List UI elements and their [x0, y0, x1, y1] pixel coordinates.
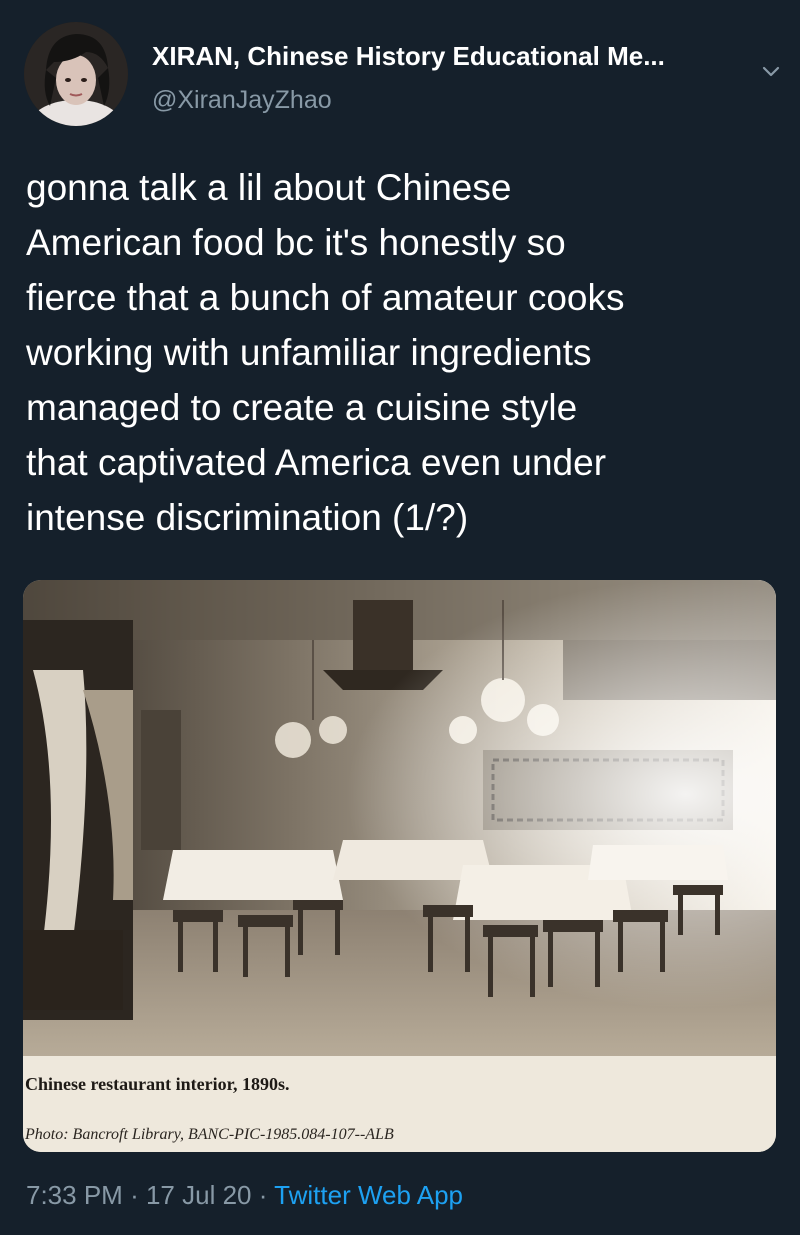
tweet-text-line: gonna talk a lil about Chinese [26, 167, 512, 208]
tweet-text: gonna talk a lil about Chinese American … [26, 160, 776, 545]
tweet-text-line: fierce that a bunch of amateur cooks [26, 277, 625, 318]
tweet-text-line: intense discrimination (1/?) [26, 497, 469, 538]
tweet-media[interactable]: Chinese restaurant interior, 1890s. Phot… [23, 580, 776, 1152]
tweet-meta: 7:33 PM · 17 Jul 20 · Twitter Web App [26, 1180, 463, 1211]
avatar[interactable] [24, 22, 128, 126]
restaurant-photo [23, 580, 776, 1056]
tweet-header: XIRAN, Chinese History Educational Me...… [24, 22, 784, 126]
meta-separator: · [258, 1180, 268, 1210]
caption-title: Chinese restaurant interior, 1890s. [25, 1074, 290, 1094]
avatar-image [24, 22, 128, 126]
tweet-text-line: that captivated America even under [26, 442, 607, 483]
tweet-date[interactable]: 17 Jul 20 [146, 1180, 252, 1210]
display-name[interactable]: XIRAN, Chinese History Educational Me... [152, 41, 665, 72]
caption-credit: Photo: Bancroft Library, BANC-PIC-1985.0… [25, 1126, 394, 1143]
tweet-text-line: working with unfamiliar ingredients [26, 332, 592, 373]
name-row: XIRAN, Chinese History Educational Me... [152, 38, 762, 74]
tweet-text-line: American food bc it's honestly so [26, 222, 566, 263]
user-handle[interactable]: @XiranJayZhao [152, 86, 332, 115]
media-caption: Chinese restaurant interior, 1890s. Phot… [23, 1056, 776, 1152]
meta-separator: · [130, 1180, 139, 1210]
tweet-text-line: managed to create a cuisine style [26, 387, 578, 428]
chevron-down-icon[interactable] [760, 60, 782, 82]
tweet-time[interactable]: 7:33 PM [26, 1180, 123, 1210]
tweet-source-link[interactable]: Twitter Web App [274, 1180, 463, 1210]
